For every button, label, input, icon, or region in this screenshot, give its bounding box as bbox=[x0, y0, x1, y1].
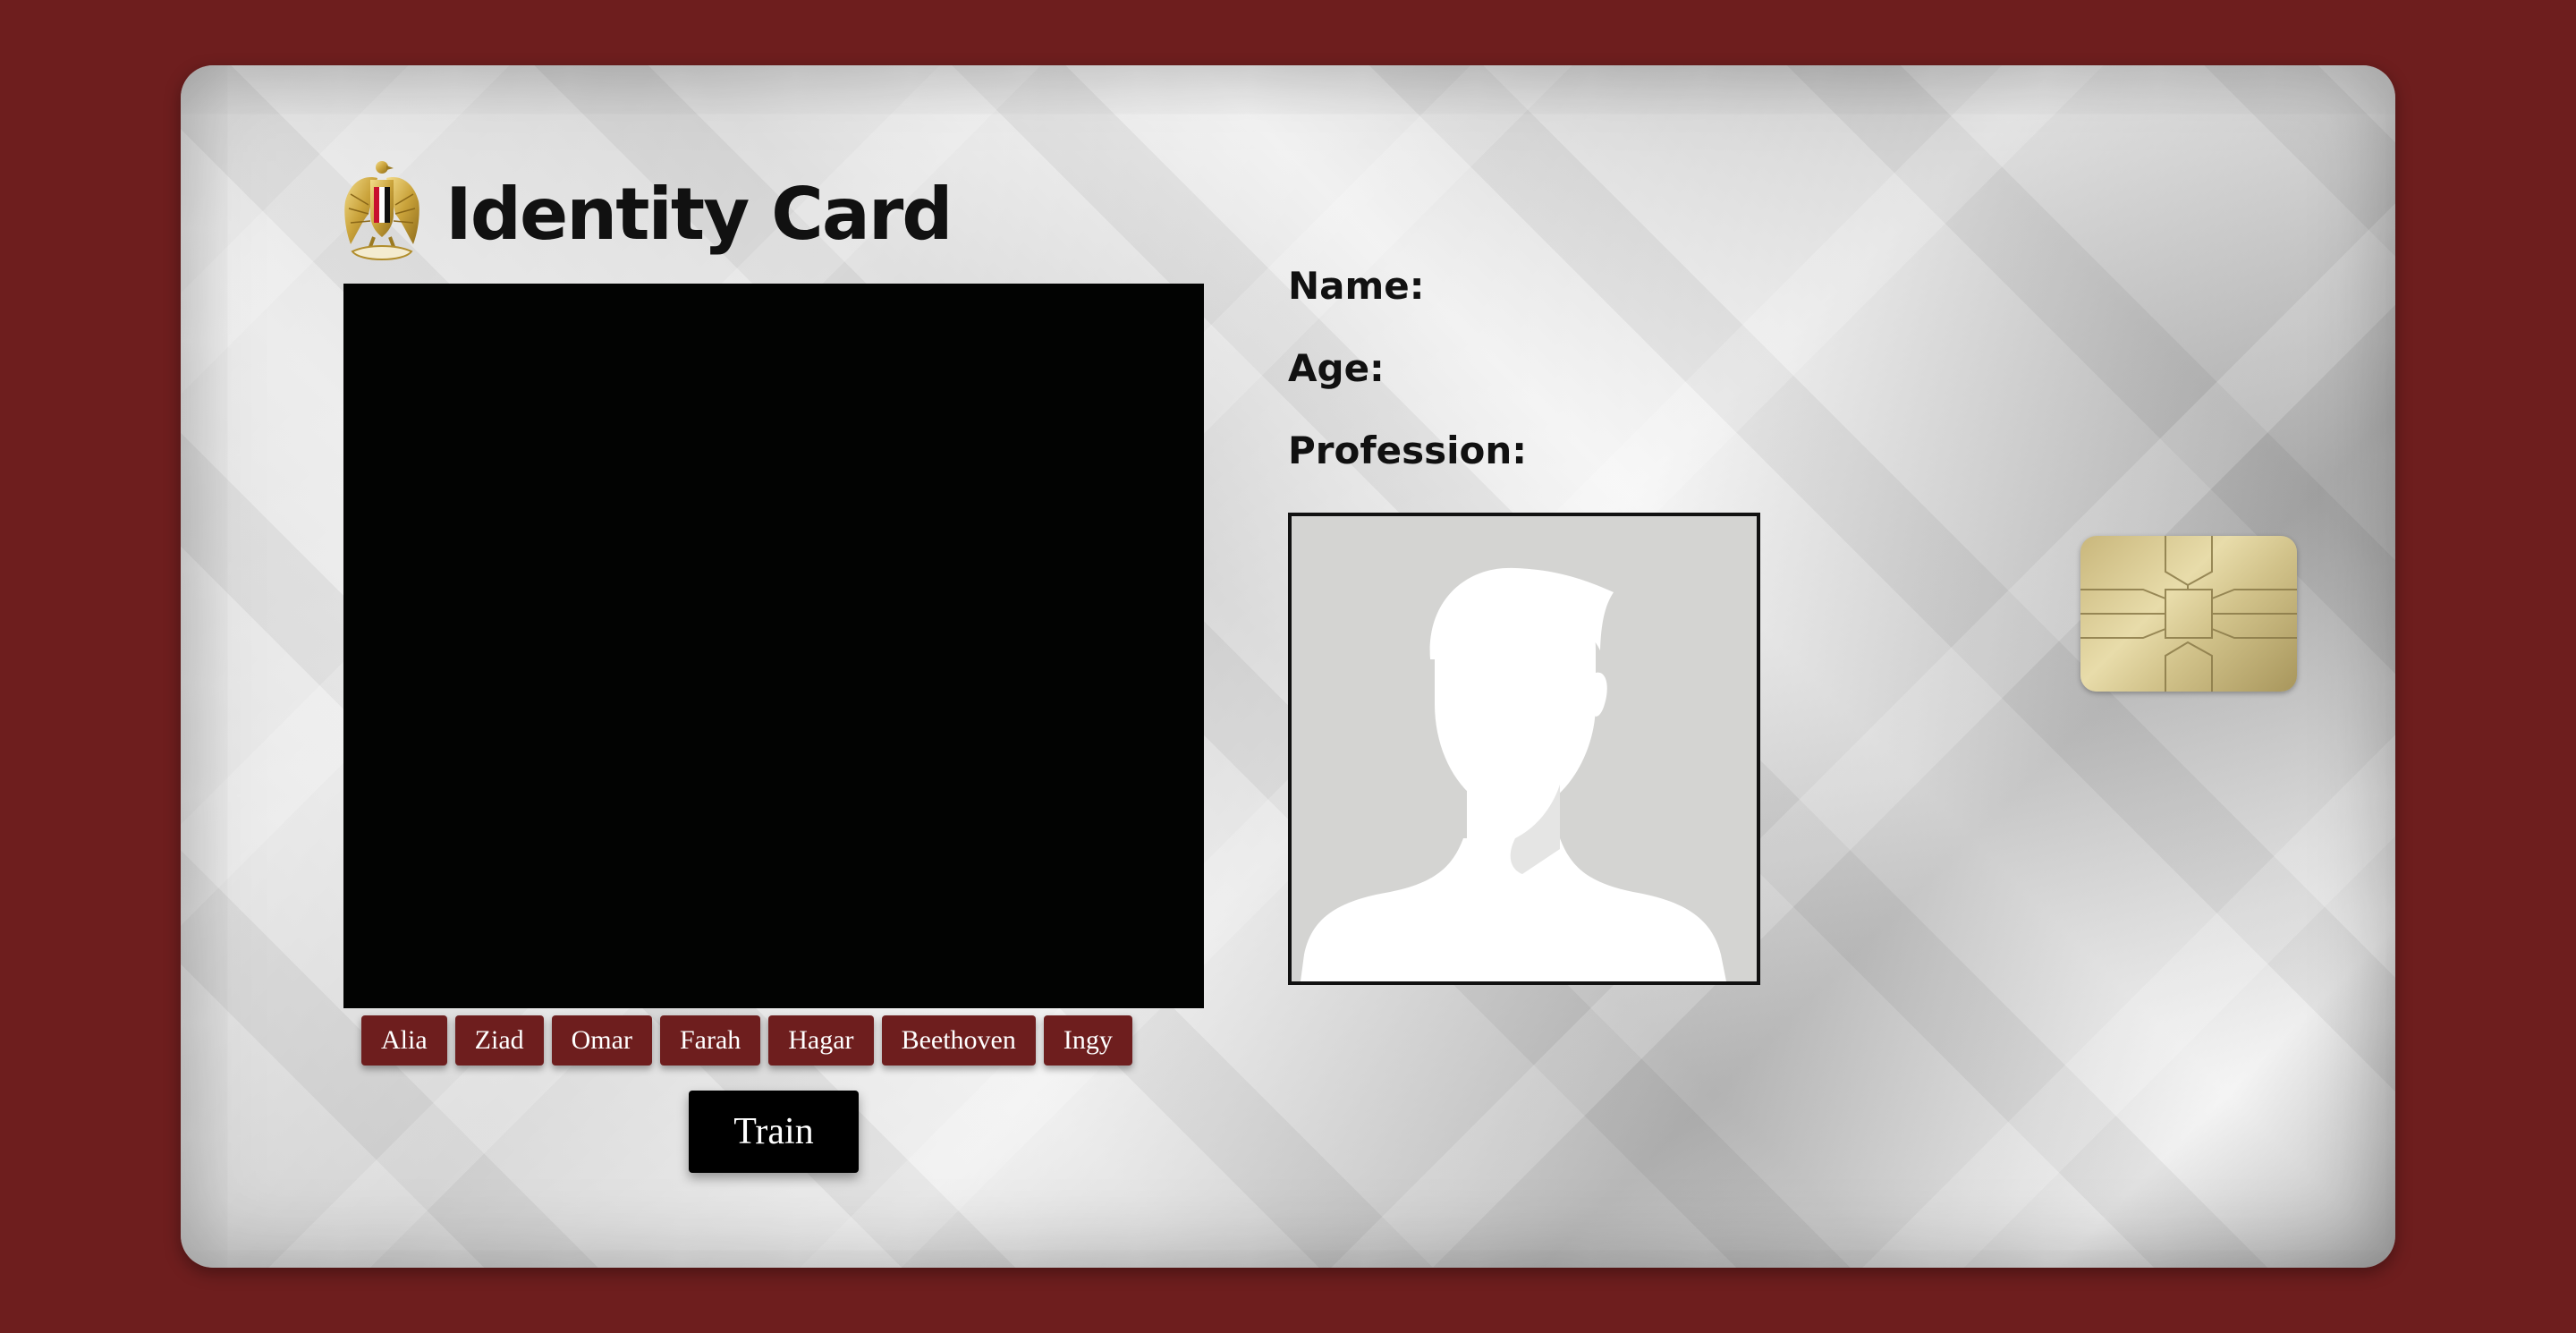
card-title: Identity Card bbox=[445, 173, 953, 256]
identity-card: Identity Card Alia Ziad Omar Farah Hagar… bbox=[181, 65, 2395, 1268]
person-button-hagar[interactable]: Hagar bbox=[768, 1015, 874, 1066]
name-field: Name: bbox=[1288, 264, 1434, 308]
person-button-ingy[interactable]: Ingy bbox=[1043, 1015, 1132, 1066]
person-button-omar[interactable]: Omar bbox=[551, 1015, 652, 1066]
person-button-farah[interactable]: Farah bbox=[659, 1015, 761, 1066]
person-button-alia[interactable]: Alia bbox=[361, 1015, 447, 1066]
train-button[interactable]: Train bbox=[689, 1091, 859, 1173]
name-label: Name: bbox=[1288, 264, 1425, 308]
age-label: Age: bbox=[1288, 346, 1385, 390]
age-field: Age: bbox=[1288, 346, 1394, 390]
person-button-bar: Alia Ziad Omar Farah Hagar Beethoven Ing… bbox=[361, 1015, 1132, 1066]
profile-photo bbox=[1288, 513, 1760, 985]
webcam-video-feed bbox=[343, 284, 1204, 1008]
person-button-ziad[interactable]: Ziad bbox=[454, 1015, 544, 1066]
person-button-beethoven[interactable]: Beethoven bbox=[881, 1015, 1036, 1066]
eagle-emblem-icon bbox=[344, 161, 419, 260]
profession-field: Profession: bbox=[1288, 429, 1536, 472]
profession-label: Profession: bbox=[1288, 429, 1528, 472]
smart-chip-icon bbox=[2080, 536, 2297, 692]
avatar-placeholder-icon bbox=[1301, 567, 1726, 981]
